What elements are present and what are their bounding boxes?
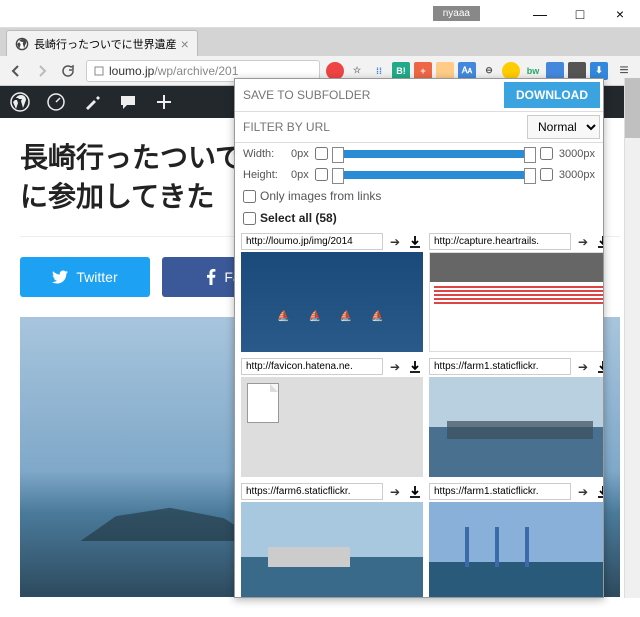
open-link-icon[interactable]: ➔	[387, 484, 403, 500]
download-button[interactable]: DOWNLOAD	[504, 82, 600, 108]
ext-icon-dots[interactable]: ⁞⁞	[370, 62, 388, 80]
open-link-icon[interactable]: ➔	[575, 359, 591, 375]
scrollbar-thumb[interactable]	[625, 78, 640, 138]
image-thumbnail[interactable]	[429, 252, 603, 352]
width-min-checkbox[interactable]	[315, 147, 328, 160]
download-item-icon[interactable]	[595, 234, 603, 250]
customize-icon[interactable]	[82, 92, 102, 112]
image-thumbnail[interactable]	[241, 252, 423, 352]
file-icon	[247, 383, 279, 423]
twitter-share-button[interactable]: Twitter	[20, 257, 150, 297]
download-extension-icon[interactable]: ⬇	[590, 62, 608, 80]
vertical-scrollbar[interactable]	[624, 78, 640, 598]
image-grid: ➔ ➔ ➔ ➔ ➔ ➔	[235, 229, 603, 598]
filter-url-input[interactable]	[235, 114, 524, 140]
download-item-icon[interactable]	[595, 484, 603, 500]
image-url-input[interactable]	[429, 358, 571, 375]
ext-icon-7[interactable]	[502, 62, 520, 80]
image-item: ➔	[241, 483, 423, 598]
image-thumbnail[interactable]	[241, 377, 423, 477]
image-url-input[interactable]	[241, 483, 383, 500]
user-badge: nyaaa	[433, 6, 480, 21]
image-item: ➔	[429, 233, 603, 352]
reload-button[interactable]	[56, 59, 80, 83]
width-filter-row: Width: 0px 3000px	[235, 143, 603, 164]
image-item: ➔	[429, 483, 603, 598]
width-max-checkbox[interactable]	[540, 147, 553, 160]
image-thumbnail[interactable]	[429, 502, 603, 598]
window-titlebar: nyaaa — □ ×	[0, 0, 640, 28]
ext-icon-translate[interactable]: 🗛	[458, 62, 476, 80]
image-thumbnail[interactable]	[429, 377, 603, 477]
image-item: ➔	[429, 358, 603, 477]
url-path: /wp/archive/201	[154, 64, 238, 78]
ext-icon-red[interactable]	[326, 62, 344, 80]
ext-icon-9[interactable]	[546, 62, 564, 80]
only-links-checkbox[interactable]	[243, 190, 256, 203]
image-url-input[interactable]	[429, 483, 571, 500]
add-new-icon[interactable]	[154, 92, 174, 112]
close-button[interactable]: ×	[600, 0, 640, 28]
open-link-icon[interactable]: ➔	[575, 484, 591, 500]
star-icon[interactable]: ☆	[348, 62, 366, 80]
ext-icon-10[interactable]	[568, 62, 586, 80]
ext-icon-bw[interactable]: bw	[524, 62, 542, 80]
twitter-icon	[52, 269, 68, 285]
tab-close-icon[interactable]: ×	[181, 36, 189, 52]
browser-tabbar: 長崎行ったついでに世界遺産 ×	[0, 28, 640, 56]
ext-icon-hatena[interactable]: B!	[392, 62, 410, 80]
site-info-icon	[93, 65, 105, 77]
height-max-checkbox[interactable]	[540, 168, 553, 181]
image-item: ➔	[241, 233, 423, 352]
ext-icon-6[interactable]: ⊖	[480, 62, 498, 80]
filter-mode-select[interactable]: Normal	[527, 115, 600, 139]
ext-icon-4[interactable]	[436, 62, 454, 80]
ext-icon-plus[interactable]: +	[414, 62, 432, 80]
image-thumbnail[interactable]	[241, 502, 423, 598]
open-link-icon[interactable]: ➔	[387, 234, 403, 250]
back-button[interactable]	[4, 59, 28, 83]
maximize-button[interactable]: □	[560, 0, 600, 28]
height-filter-row: Height: 0px 3000px	[235, 164, 603, 185]
download-item-icon[interactable]	[407, 484, 423, 500]
tab-title: 長崎行ったついでに世界遺産	[34, 36, 177, 52]
comments-icon[interactable]	[118, 92, 138, 112]
image-url-input[interactable]	[241, 358, 383, 375]
height-min-checkbox[interactable]	[315, 168, 328, 181]
download-item-icon[interactable]	[595, 359, 603, 375]
forward-button[interactable]	[30, 59, 54, 83]
open-link-icon[interactable]: ➔	[387, 359, 403, 375]
subfolder-input[interactable]	[235, 82, 501, 108]
dashboard-icon[interactable]	[46, 92, 66, 112]
image-url-input[interactable]	[429, 233, 571, 250]
wp-logo-icon[interactable]	[10, 92, 30, 112]
open-link-icon[interactable]: ➔	[575, 234, 591, 250]
height-slider[interactable]	[334, 171, 534, 179]
image-item: ➔	[241, 358, 423, 477]
download-item-icon[interactable]	[407, 359, 423, 375]
wordpress-icon	[15, 37, 29, 51]
width-slider[interactable]	[334, 150, 534, 158]
download-item-icon[interactable]	[407, 234, 423, 250]
minimize-button[interactable]: —	[520, 0, 560, 28]
image-downloader-panel: DOWNLOAD Normal Width: 0px 3000px Height…	[234, 78, 604, 598]
only-links-row: Only images from links	[235, 185, 603, 207]
select-all-checkbox[interactable]	[243, 212, 256, 225]
facebook-icon	[206, 269, 216, 285]
url-host: loumo.jp	[109, 64, 154, 78]
image-url-input[interactable]	[241, 233, 383, 250]
select-all-row: Select all (58)	[235, 207, 603, 229]
browser-tab[interactable]: 長崎行ったついでに世界遺産 ×	[6, 30, 198, 56]
